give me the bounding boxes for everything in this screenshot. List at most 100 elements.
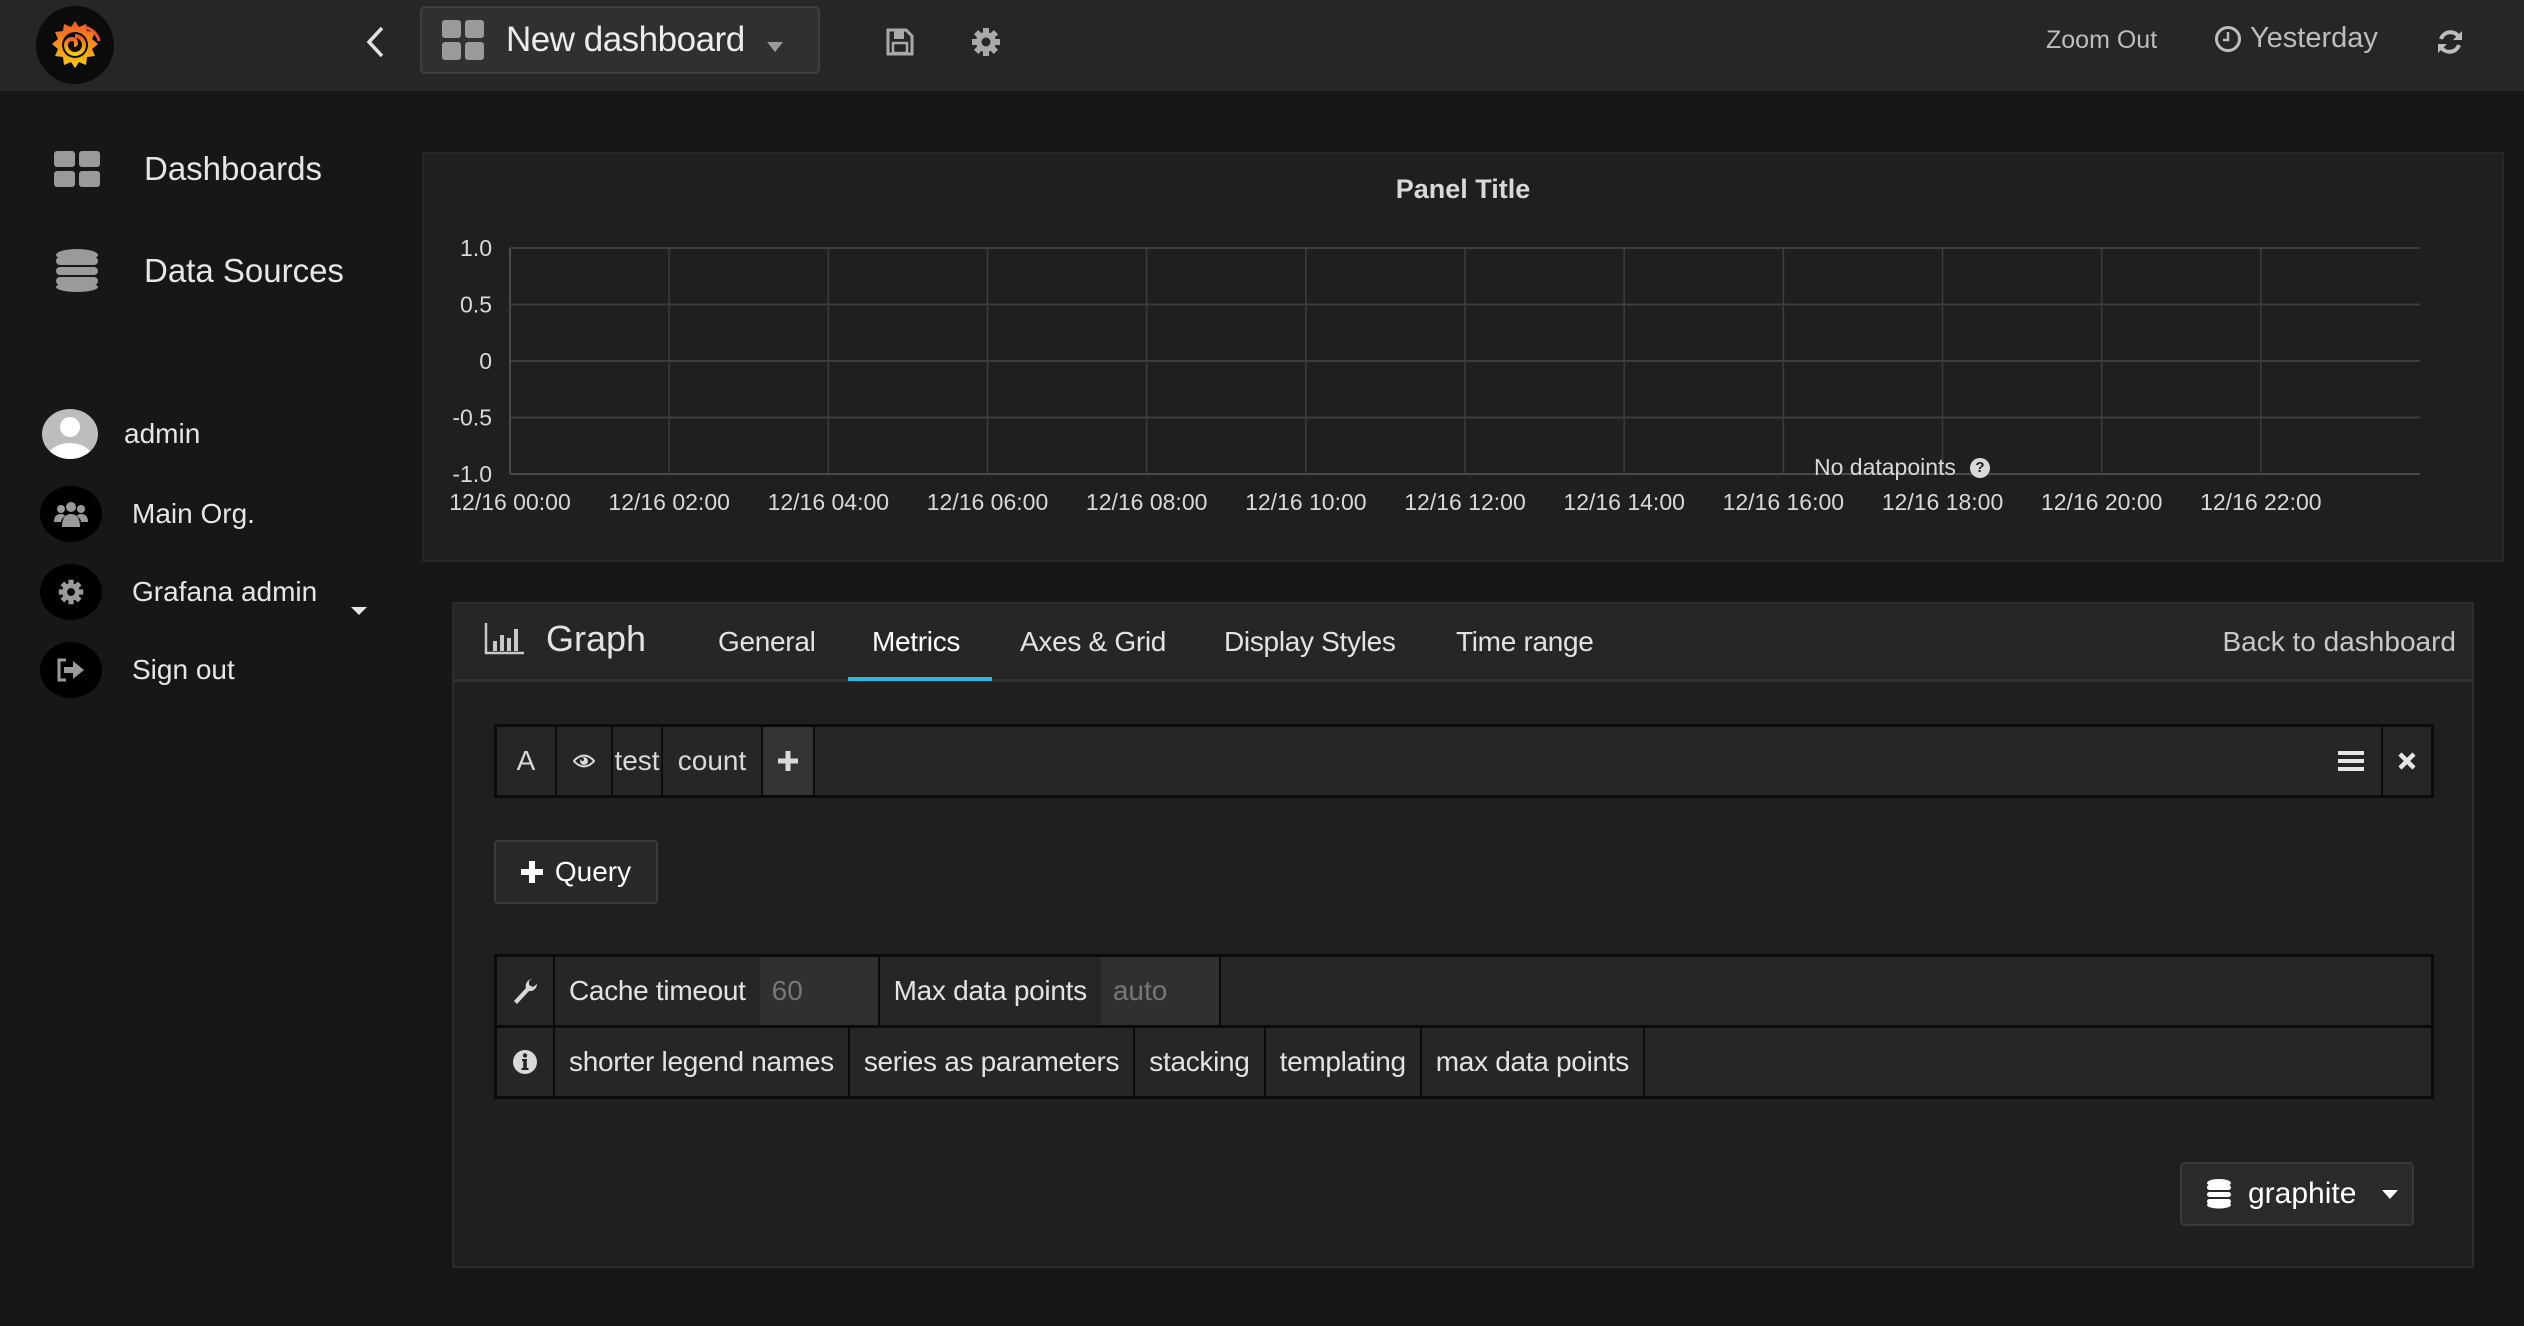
eye-icon	[573, 754, 595, 768]
sidebar-item-profile[interactable]: admin	[40, 409, 200, 459]
graph-chart: 1.0 0.5 0 -0.5 -1.012/16 00:00 12/16 02:00 12/…	[449, 235, 2420, 515]
gear-icon	[40, 564, 102, 620]
plus-icon	[520, 861, 543, 883]
query-ref-id[interactable]: A	[497, 727, 557, 795]
top-navbar: New dashboard Zoom Out Yesterday	[0, 0, 2524, 91]
dashboard-grid-icon	[442, 20, 484, 60]
add-query-button[interactable]: Query	[494, 840, 658, 904]
grafana-logo-icon[interactable]	[36, 6, 114, 84]
plus-icon	[778, 751, 798, 771]
sidebar-item-label: Main Org.	[132, 498, 255, 529]
caret-down-icon	[2382, 1189, 2399, 1199]
help-link-stacking[interactable]: stacking	[1135, 1028, 1266, 1096]
info-circle-icon	[497, 1028, 555, 1096]
sidebar-item-label: admin	[124, 418, 201, 449]
x-tick-label: 12/16 12:00	[1404, 489, 1526, 515]
x-tick-label: 12/16 02:00	[608, 489, 730, 515]
panel-type: Graph	[484, 618, 646, 660]
tab-metrics[interactable]: Metrics	[872, 626, 960, 658]
y-tick-label: 0.5	[460, 292, 492, 318]
save-dashboard-button[interactable]	[880, 22, 920, 62]
query-segment[interactable]: count	[663, 727, 763, 795]
users-icon	[40, 486, 102, 542]
time-range-picker[interactable]: Yesterday	[2214, 22, 2378, 55]
sidebar-item-org[interactable]: Main Org.	[40, 486, 255, 542]
remove-query-button[interactable]	[2381, 727, 2431, 795]
y-tick-label: 0	[479, 348, 492, 374]
sidebar-item-data-sources[interactable]: Data Sources	[50, 244, 344, 298]
max-data-points-input[interactable]: auto	[1100, 957, 1221, 1025]
graph-panel: Panel Title 1.0 0.5 0 -0.5 -1.0 12/16 00:00 12…	[422, 152, 2504, 562]
avatar-icon	[42, 409, 98, 459]
x-tick-label: 12/16 06:00	[927, 489, 1049, 515]
x-tick-label: 12/16 16:00	[1723, 489, 1845, 515]
refresh-button[interactable]	[2430, 22, 2470, 62]
y-tick-label: 1.0	[460, 235, 492, 261]
database-icon	[2207, 1179, 2231, 1209]
x-tick-label: 12/16 20:00	[2041, 489, 2163, 515]
refresh-icon	[2438, 30, 2462, 54]
tab-display-styles[interactable]: Display Styles	[1224, 626, 1396, 658]
y-tick-label: -1.0	[452, 461, 492, 487]
wrench-icon	[497, 957, 555, 1025]
tab-time-range[interactable]: Time range	[1456, 626, 1594, 658]
add-query-label: Query	[554, 856, 632, 887]
options-row-spacer	[1221, 957, 2431, 1025]
x-tick-label: 12/16 08:00	[1086, 489, 1208, 515]
chevron-left-icon[interactable]	[355, 20, 395, 64]
datasource-label: graphite	[2248, 1177, 2357, 1210]
panel-type-label: Graph	[546, 618, 647, 659]
max-data-points-label: Max data points	[893, 975, 1087, 1006]
sidebar-item-sign-out[interactable]: Sign out	[40, 642, 235, 698]
sign-out-icon	[40, 642, 102, 698]
query-menu-button[interactable]	[2321, 727, 2381, 795]
sidebar: Dashboards Data Sources admin Main Org.	[0, 91, 410, 1326]
gear-icon	[972, 28, 1000, 56]
dashboard-title: New dashboard	[506, 20, 745, 59]
active-tab-indicator	[848, 677, 992, 681]
dashboard-picker[interactable]: New dashboard	[420, 6, 820, 74]
add-segment-button[interactable]	[763, 727, 815, 795]
query-row-spacer	[815, 727, 2321, 795]
query-row: A test count	[494, 724, 2434, 798]
back-to-dashboard-link[interactable]: Back to dashboard	[2223, 626, 2457, 658]
help-link-shorter-legend-names[interactable]: shorter legend names	[555, 1028, 850, 1096]
x-tick-label: 12/16 04:00	[768, 489, 890, 515]
sidebar-item-grafana-admin[interactable]: Grafana admin	[40, 564, 317, 620]
panel-editor: Graph General Metrics Axes & Grid Displa…	[452, 602, 2474, 1268]
sidebar-item-label: Grafana admin	[132, 576, 318, 607]
help-link-templating[interactable]: templating	[1266, 1028, 1422, 1096]
x-tick-label: 12/16 14:00	[1563, 489, 1685, 515]
sidebar-item-label: Sign out	[132, 654, 235, 685]
help-row-spacer	[1645, 1028, 2431, 1096]
dashboard-settings-button[interactable]	[966, 22, 1006, 62]
question-circle-icon[interactable]: ?	[1969, 457, 1990, 478]
org-switch-caret-icon[interactable]	[351, 607, 367, 615]
cache-timeout-label: Cache timeout	[569, 975, 746, 1006]
x-tick-label: 12/16 00:00	[449, 489, 571, 515]
bar-chart-icon	[484, 623, 524, 655]
toggle-visibility-button[interactable]	[557, 727, 613, 795]
editor-tabs-bar: Graph General Metrics Axes & Grid Displa…	[454, 604, 2472, 682]
x-tick-label: 12/16 18:00	[1882, 489, 2004, 515]
tab-general[interactable]: General	[718, 626, 816, 658]
x-tick-label: 12/16 22:00	[2200, 489, 2322, 515]
floppy-disk-icon	[886, 28, 914, 56]
clock-icon	[2215, 25, 2241, 52]
cache-timeout-input[interactable]: 60	[759, 957, 880, 1025]
sidebar-item-label: Data Sources	[144, 252, 344, 289]
sidebar-item-dashboards[interactable]: Dashboards	[50, 142, 322, 196]
no-datapoints-message: No datapoints ?	[1814, 454, 1990, 481]
tab-axes-grid[interactable]: Axes & Grid	[1020, 626, 1166, 658]
close-icon	[2398, 752, 2416, 770]
caret-down-icon	[766, 42, 783, 52]
query-segment[interactable]: test	[613, 727, 663, 795]
datasource-picker[interactable]: graphite	[2180, 1162, 2414, 1226]
help-link-max-data-points[interactable]: max data points	[1422, 1028, 1645, 1096]
sidebar-item-label: Dashboards	[144, 150, 322, 187]
x-tick-label: 12/16 10:00	[1245, 489, 1367, 515]
help-links-row: shorter legend names series as parameter…	[494, 1025, 2434, 1099]
y-tick-label: -0.5	[452, 405, 492, 431]
zoom-out-button[interactable]: Zoom Out	[2046, 26, 2157, 55]
help-link-series-as-parameters[interactable]: series as parameters	[850, 1028, 1136, 1096]
